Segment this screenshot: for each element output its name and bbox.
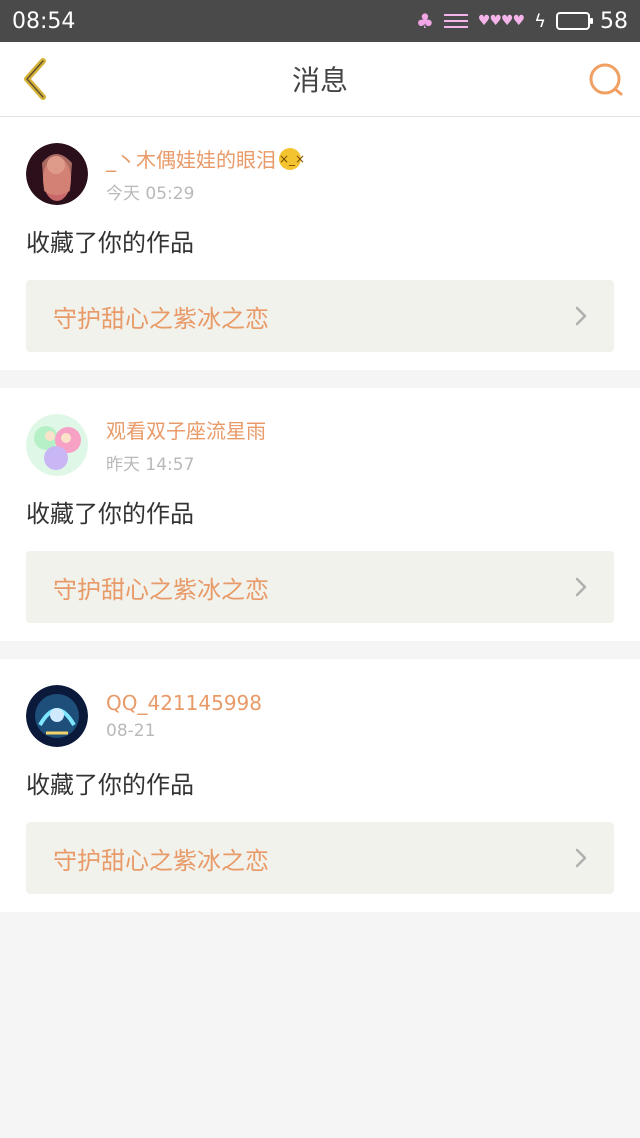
username[interactable]: QQ_421145998 — [106, 691, 262, 715]
username[interactable]: 观看双子座流星雨 — [106, 415, 266, 444]
message-time: 今天 05:29 — [106, 184, 195, 204]
avatar-image — [26, 143, 88, 205]
back-button[interactable] — [14, 56, 54, 102]
status-icons: ♣ ♥♥♥♥ ϟ 58 — [416, 9, 628, 34]
message-action: 收藏了你的作品 — [26, 229, 194, 257]
charging-icon: ϟ — [534, 10, 546, 32]
message-card: QQ_421145998 08-21 收藏了你的作品 守护甜心之紫冰之恋 — [0, 659, 640, 912]
work-title: 守护甜心之紫冰之恋 — [53, 846, 269, 875]
hearts-icon: ♥♥♥♥ — [477, 13, 525, 29]
chevron-right-icon — [575, 577, 587, 597]
work-title: 守护甜心之紫冰之恋 — [53, 575, 269, 604]
cherry-icon: ♣ — [415, 9, 434, 33]
avatar[interactable] — [26, 685, 88, 747]
search-icon — [589, 63, 623, 96]
dizzy-face-emoji-icon: ×_× — [279, 147, 305, 170]
message-action: 收藏了你的作品 — [26, 771, 194, 799]
signal-icon — [443, 14, 468, 28]
work-link[interactable]: 守护甜心之紫冰之恋 — [26, 551, 614, 623]
message-action: 收藏了你的作品 — [26, 500, 194, 528]
message-card: _丶木偶娃娃的眼泪 ×_× 今天 05:29 收藏了你的作品 守护甜心之紫冰之恋 — [0, 117, 640, 370]
status-time: 08:54 — [12, 8, 76, 34]
page-title: 消息 — [291, 64, 348, 97]
message-time: 昨天 14:57 — [106, 455, 195, 475]
divider — [0, 641, 640, 659]
top-bar: 消息 — [0, 42, 640, 117]
avatar-image — [26, 414, 88, 476]
work-link[interactable]: 守护甜心之紫冰之恋 — [26, 280, 614, 352]
avatar-image — [26, 685, 88, 747]
work-link[interactable]: 守护甜心之紫冰之恋 — [26, 822, 614, 894]
work-title: 守护甜心之紫冰之恋 — [53, 304, 269, 333]
divider — [0, 370, 640, 388]
message-time: 08-21 — [106, 721, 156, 741]
username[interactable]: _丶木偶娃娃的眼泪 ×_× — [106, 144, 305, 173]
battery-icon — [556, 12, 593, 30]
chevron-right-icon — [575, 306, 587, 326]
message-card: 观看双子座流星雨 昨天 14:57 收藏了你的作品 守护甜心之紫冰之恋 — [0, 388, 640, 641]
battery-level: 58 — [600, 8, 628, 34]
status-bar: 08:54 ♣ ♥♥♥♥ ϟ 58 — [0, 0, 640, 42]
chevron-right-icon — [575, 848, 587, 868]
search-button[interactable] — [586, 60, 626, 100]
avatar[interactable] — [26, 143, 88, 205]
back-arrow-icon — [24, 58, 46, 100]
avatar[interactable] — [26, 414, 88, 476]
